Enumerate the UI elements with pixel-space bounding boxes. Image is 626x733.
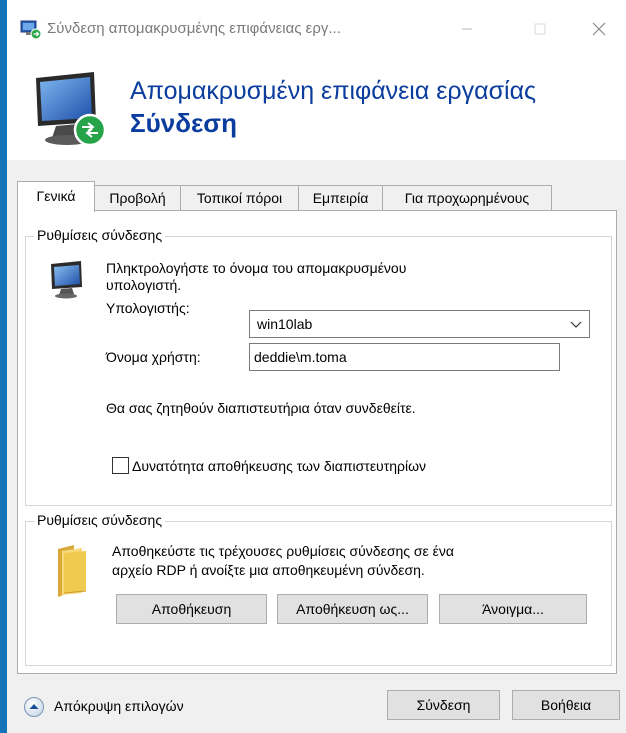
remote-desktop-icon xyxy=(20,20,42,40)
chevron-down-icon[interactable] xyxy=(570,319,582,329)
chevron-up-circle-icon[interactable] xyxy=(23,696,45,718)
connect-button[interactable]: Σύνδεση xyxy=(387,690,500,720)
dialog-header: Απομακρυσμένη επιφάνεια εργασίας Σύνδεση xyxy=(7,60,626,160)
title-bar[interactable]: Σύνδεση απομακρυσμένης επιφάνειας εργ... xyxy=(7,0,626,60)
computer-value: win10lab xyxy=(257,316,313,332)
tab-experience[interactable]: Εμπειρία xyxy=(298,185,383,211)
credentials-note: Θα σας ζητηθούν διαπιστευτήρια όταν συνδ… xyxy=(106,400,416,416)
computer-combobox[interactable]: win10lab xyxy=(249,310,590,338)
maximize-button[interactable] xyxy=(517,14,563,44)
connection-settings-title: Ρυθμίσεις σύνδεσης xyxy=(34,512,166,528)
header-subtitle: Σύνδεση xyxy=(130,108,237,138)
username-label: Όνομα χρήστη: xyxy=(106,349,201,365)
rdp-window: Σύνδεση απομακρυσμένης επιφάνειας εργ... xyxy=(7,0,626,733)
general-tab-panel: Ρυθμίσεις σύνδεσης Πληκτρολογήστε το όνο… xyxy=(17,210,617,674)
tab-local-resources[interactable]: Τοπικοί πόροι xyxy=(180,185,299,211)
tab-general[interactable]: Γενικά xyxy=(17,181,95,212)
tab-display[interactable]: Προβολή xyxy=(94,185,181,211)
username-field[interactable]: deddie\m.toma xyxy=(249,343,560,371)
save-as-button[interactable]: Αποθήκευση ως... xyxy=(277,594,428,624)
instruction-text-line1: Πληκτρολογήστε το όνομα του απομακρυσμέν… xyxy=(106,260,407,276)
folder-icon xyxy=(58,545,87,597)
save-credentials-checkbox[interactable] xyxy=(112,457,129,474)
close-button[interactable] xyxy=(575,14,621,44)
logon-settings-title: Ρυθμίσεις σύνδεσης xyxy=(34,227,166,243)
save-button[interactable]: Αποθήκευση xyxy=(116,594,267,624)
help-button[interactable]: Βοήθεια xyxy=(512,690,620,720)
instruction-text-line2: υπολογιστή. xyxy=(106,277,182,293)
header-title: Απομακρυσμένη επιφάνεια εργασίας xyxy=(130,77,537,105)
connection-settings-group: Ρυθμίσεις σύνδεσης Αποθηκεύστε τις τρέχο… xyxy=(25,512,612,666)
logon-settings-group: Ρυθμίσεις σύνδεσης Πληκτρολογήστε το όνο… xyxy=(25,227,612,506)
computer-monitor-icon xyxy=(51,261,82,299)
computer-label: Υπολογιστής: xyxy=(106,300,190,316)
hide-options-link[interactable]: Απόκρυψη επιλογών xyxy=(54,698,184,715)
save-credentials-label[interactable]: Δυνατότητα αποθήκευσης των διαπιστευτηρί… xyxy=(132,458,426,475)
open-button[interactable]: Άνοιγμα... xyxy=(439,594,587,624)
remote-desktop-monitor-icon xyxy=(36,72,107,147)
settings-description-line2: αρχείο RDP ή ανοίξτε μια αποθηκευμένη σύ… xyxy=(112,562,425,578)
username-value: deddie\m.toma xyxy=(254,349,347,365)
tab-advanced[interactable]: Για προχωρημένους xyxy=(382,185,552,211)
minimize-button[interactable] xyxy=(444,14,490,44)
settings-description-line1: Αποθηκεύστε τις τρέχουσες ρυθμίσεις σύνδ… xyxy=(112,543,455,559)
window-title: Σύνδεση απομακρυσμένης επιφάνειας εργ... xyxy=(47,20,341,37)
tab-strip: Γενικά Προβολή Τοπικοί πόροι Εμπειρία Γι… xyxy=(17,181,617,212)
